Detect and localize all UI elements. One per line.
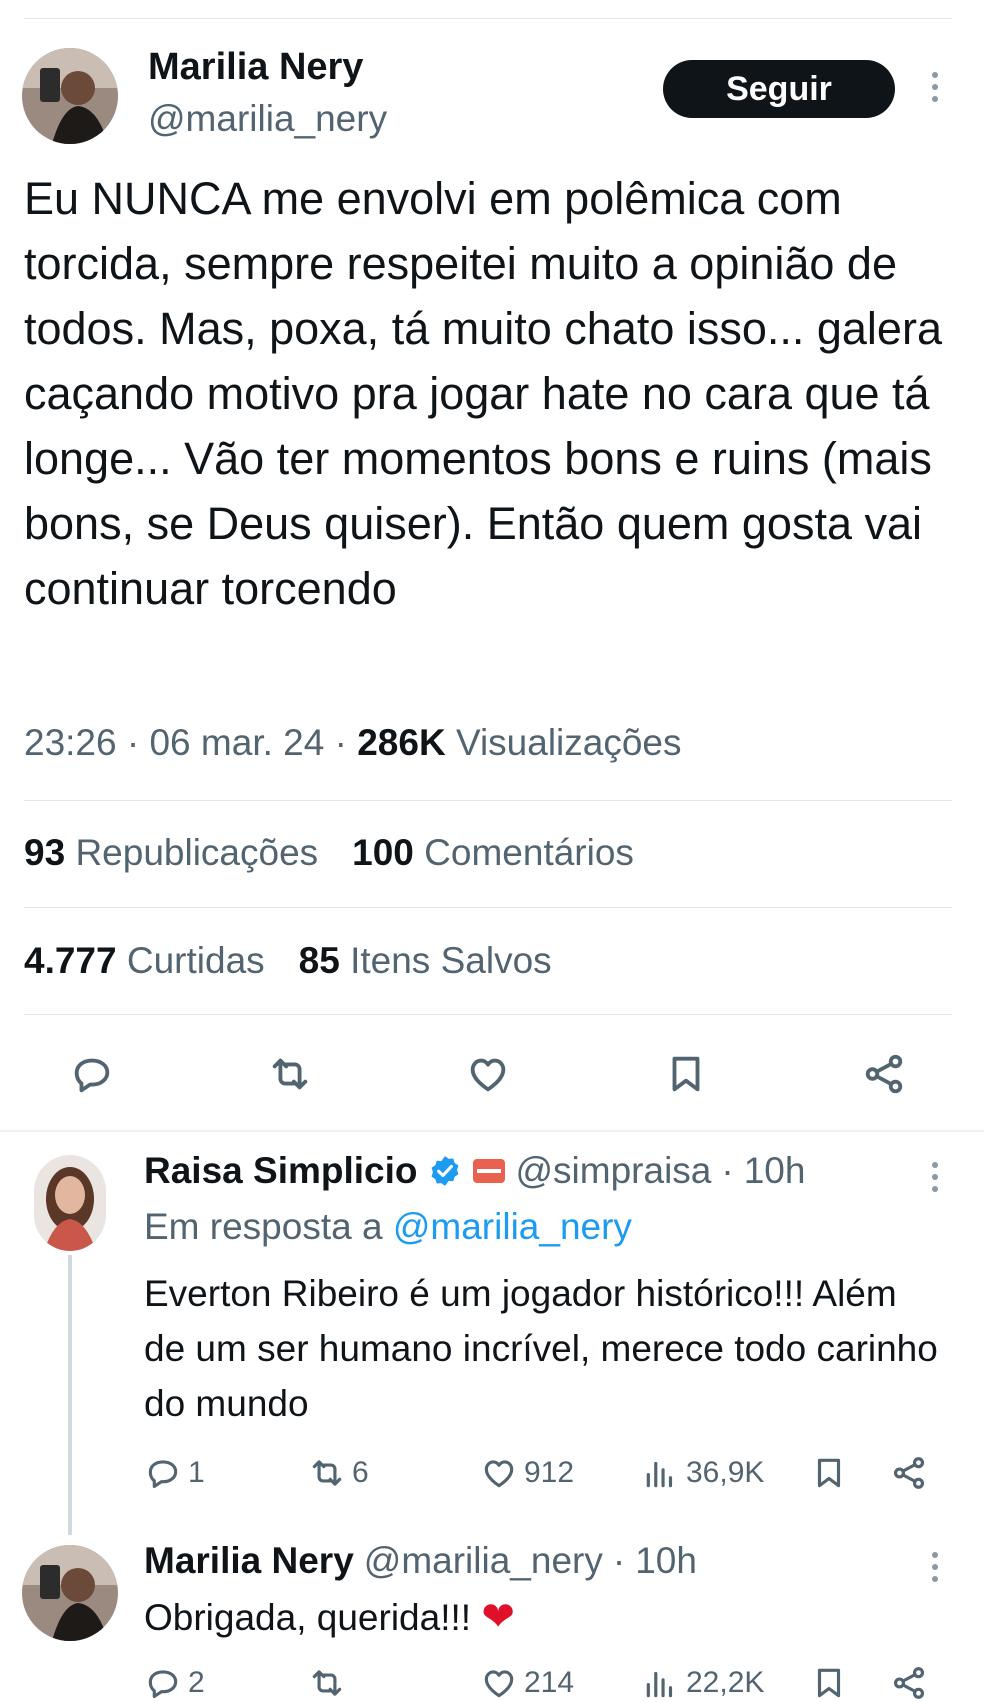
retweet-icon: [272, 1058, 308, 1090]
likes-stat[interactable]: 4.777 Curtidas: [24, 940, 265, 982]
reply-bookmark[interactable]: [810, 1454, 848, 1492]
verified-badge-icon: [431, 1156, 458, 1186]
retweet-icon: [312, 1460, 342, 1486]
reply-text: Everton Ribeiro é um jogador histórico!!…: [144, 1273, 938, 1424]
reply-author-name[interactable]: Marilia Nery: [144, 1540, 354, 1582]
comments-label: Comentários: [424, 832, 634, 873]
reply-handle[interactable]: @marilia_nery: [364, 1540, 603, 1582]
views-count: 286K: [357, 722, 446, 763]
stats-row-2: 4.777 Curtidas 85 Itens Salvos: [24, 940, 552, 982]
meta-separator: ·: [612, 1540, 626, 1581]
stats-row-1: 93 Republicações 100 Comentários: [24, 832, 634, 874]
reply-button[interactable]: [64, 1046, 120, 1102]
bookmark-icon: [817, 1458, 841, 1488]
tweet-date[interactable]: 06 mar. 24: [149, 722, 324, 763]
saves-stat[interactable]: 85 Itens Salvos: [299, 940, 552, 982]
reply-icon: [74, 1058, 110, 1093]
reply-age[interactable]: 10h: [744, 1150, 806, 1192]
reply-handle[interactable]: @simpraisa: [516, 1150, 712, 1192]
views-icon: [646, 1461, 673, 1488]
reply-views-count: 22,2K: [686, 1666, 765, 1699]
retweet-icon: [312, 1670, 342, 1696]
reply-avatar[interactable]: [34, 1155, 106, 1251]
reply-header: Raisa Simplicio @simpraisa · 10h: [144, 1150, 805, 1192]
in-reply-to: Em resposta a @marilia_nery: [144, 1206, 632, 1248]
divider: [24, 907, 952, 908]
thread-connector: [68, 1255, 72, 1535]
tweet-text: Eu NUNCA me envolvi em polêmica com torc…: [24, 173, 942, 614]
heart-icon: [484, 1670, 514, 1698]
meta-separator: ·: [721, 1150, 734, 1191]
reply-bookmark[interactable]: [810, 1664, 848, 1702]
reply-avatar[interactable]: [22, 1545, 118, 1641]
reply-reposts-count: 6: [352, 1456, 369, 1489]
comments-count: 100: [352, 832, 414, 873]
reply-icon: [148, 1460, 178, 1489]
likes-label: Curtidas: [126, 940, 265, 981]
saves-label: Itens Salvos: [350, 940, 552, 981]
reply-share[interactable]: [890, 1454, 928, 1492]
reply-share[interactable]: [890, 1664, 928, 1702]
reply-replies-count: 2: [188, 1666, 205, 1699]
reply-views[interactable]: 22,2K: [642, 1664, 764, 1702]
share-button[interactable]: [856, 1046, 912, 1102]
bookmark-icon: [817, 1668, 841, 1698]
reply-likes-count: 214: [524, 1666, 575, 1699]
reply-age[interactable]: 10h: [635, 1540, 697, 1582]
reposts-stat[interactable]: 93 Republicações: [24, 832, 318, 874]
reply-more-icon[interactable]: [928, 1162, 942, 1192]
affiliation-badge-icon: [472, 1159, 505, 1183]
reposts-label: Republicações: [75, 832, 319, 873]
divider: [24, 1014, 952, 1015]
tweet-meta: 23:26 · 06 mar. 24 · 286K Visualizações: [24, 722, 682, 764]
author-handle[interactable]: @marilia_nery: [148, 98, 387, 140]
divider: [24, 800, 952, 801]
reply-text-line: Obrigada, querida!!! ❤: [144, 1590, 515, 1645]
reply-views[interactable]: 36,9K: [642, 1454, 764, 1492]
bookmark-button[interactable]: [658, 1046, 714, 1102]
reply-icon: [148, 1670, 178, 1699]
in-reply-prefix: Em resposta a: [144, 1206, 383, 1247]
tweet-time[interactable]: 23:26: [24, 722, 117, 763]
views-icon: [646, 1671, 673, 1698]
reply-replies-count: 1: [188, 1456, 205, 1489]
section-divider: [0, 1130, 984, 1132]
share-icon: [893, 1457, 925, 1489]
heart-icon: [484, 1460, 514, 1488]
saves-count: 85: [298, 940, 340, 981]
comments-stat[interactable]: 100 Comentários: [352, 832, 634, 874]
author-name[interactable]: Marilia Nery: [148, 46, 363, 89]
views-label: Visualizações: [455, 722, 682, 763]
meta-separator: ·: [126, 722, 150, 763]
reposts-count: 93: [24, 832, 66, 873]
share-icon: [893, 1667, 925, 1699]
bookmark-icon: [672, 1056, 700, 1092]
follow-button[interactable]: Seguir: [663, 60, 895, 118]
reply-more-icon[interactable]: [928, 1552, 942, 1582]
reply-likes[interactable]: 214: [480, 1664, 574, 1702]
reply-likes-count: 912: [524, 1456, 575, 1489]
reply-header: Marilia Nery @marilia_nery · 10h: [144, 1540, 697, 1582]
reply-replies[interactable]: 2: [144, 1664, 205, 1702]
meta-separator: ·: [334, 722, 358, 763]
reply-author-name[interactable]: Raisa Simplicio: [144, 1150, 418, 1192]
red-heart-emoji: ❤: [481, 1595, 515, 1639]
likes-count: 4.777: [24, 940, 117, 981]
author-avatar[interactable]: [22, 48, 118, 144]
reply-likes[interactable]: 912: [480, 1454, 574, 1492]
retweet-button[interactable]: [262, 1046, 318, 1102]
heart-icon: [470, 1058, 506, 1092]
top-divider: [24, 18, 952, 19]
reply-reposts[interactable]: [308, 1664, 346, 1702]
share-icon: [865, 1054, 903, 1094]
reply-replies[interactable]: 1: [144, 1454, 205, 1492]
reply-views-count: 36,9K: [686, 1456, 765, 1489]
more-options-icon[interactable]: [928, 72, 942, 102]
reply-reposts[interactable]: 6: [308, 1454, 369, 1492]
in-reply-handle[interactable]: @marilia_nery: [393, 1206, 632, 1247]
like-button[interactable]: [460, 1046, 516, 1102]
reply-text: Obrigada, querida!!!: [144, 1597, 472, 1638]
